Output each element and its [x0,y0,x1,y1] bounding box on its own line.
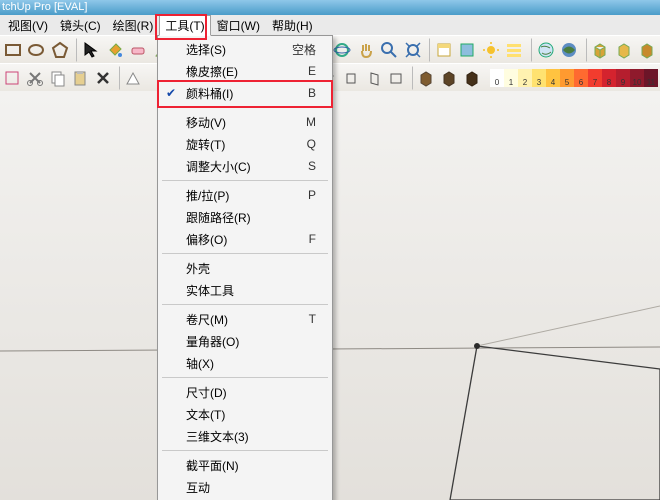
menu-item-tape[interactable]: 卷尺(M)T [160,308,330,330]
shade3-icon[interactable] [461,66,482,90]
shadow-ramp-step: 1 [504,69,518,87]
menu-item-interact[interactable]: 互动 [160,476,330,498]
view-side-icon[interactable] [363,66,384,90]
box1-tool-icon[interactable] [590,38,612,62]
paste-tool-icon[interactable] [70,66,91,90]
shadow-ramp-step: 8 [602,69,616,87]
menu-item-pushpull[interactable]: 推/拉(P)P [160,184,330,206]
shadow-ramp-step: 2 [518,69,532,87]
view-front-icon[interactable] [341,66,362,90]
tools-dropdown: 选择(S)空格 橡皮擦(E)E ✔颜料桶(I)B 移动(V)M 旋转(T)Q 调… [157,35,333,500]
menu-item-followme[interactable]: 跟随路径(R) [160,206,330,228]
menu-item-solidtools[interactable]: 实体工具 [160,279,330,301]
menu-item-outershell[interactable]: 外壳 [160,257,330,279]
copy-tool-icon[interactable] [47,66,68,90]
style1-icon[interactable] [123,66,144,90]
title-bar: tchUp Pro [EVAL] [0,0,660,15]
paint-bucket-tool-icon[interactable] [104,38,126,62]
menu-camera[interactable]: 镜头(C) [54,15,107,36]
shadow-ramp-step: 4 [546,69,560,87]
circle-tool-icon[interactable] [26,38,48,62]
shadow-ramp-step: 9 [616,69,630,87]
menu-item-rotate[interactable]: 旋转(T)Q [160,133,330,155]
menu-separator [162,450,328,451]
menu-item-scale[interactable]: 调整大小(C)S [160,155,330,177]
layers-tool-icon[interactable] [433,38,455,62]
zoom-extents-tool-icon[interactable] [402,38,424,62]
toolbar-separator [409,66,413,90]
toolbar-separator [583,38,587,62]
shadow-ramp: 0 1 2 3 4 5 6 7 8 9 10 11 [490,69,658,87]
pan-tool-icon[interactable] [355,38,377,62]
menu-item-text[interactable]: 文本(T) [160,403,330,425]
box3-tool-icon[interactable] [637,38,659,62]
menu-item-move[interactable]: 移动(V)M [160,111,330,133]
check-icon: ✔ [166,86,176,100]
view-back-icon[interactable] [386,66,407,90]
scissors-tool-icon[interactable] [25,66,46,90]
menu-draw[interactable]: 绘图(R) [107,15,160,36]
menu-item-offset[interactable]: 偏移(O)F [160,228,330,250]
tool-a-icon[interactable] [2,66,23,90]
menu-item-select[interactable]: 选择(S)空格 [160,38,330,60]
sun-tool-icon[interactable] [480,38,502,62]
orbit-tool-icon[interactable] [331,38,353,62]
menu-separator [162,377,328,378]
shadow-ramp-step: 7 [588,69,602,87]
shadow-ramp-step: 0 [490,69,504,87]
rectangle-tool-icon[interactable] [2,38,24,62]
outliner-tool-icon[interactable] [504,38,526,62]
zoom-tool-icon[interactable] [378,38,400,62]
toolbar-separator [426,38,430,62]
menu-view[interactable]: 视图(V) [2,15,54,36]
shadow-ramp-step: 10 [630,69,644,87]
menu-help[interactable]: 帮助(H) [266,15,319,36]
app-title: tchUp Pro [EVAL] [2,1,87,13]
menu-separator [162,180,328,181]
menu-window[interactable]: 窗口(W) [211,15,266,36]
toolbar-separator [74,38,78,62]
shadow-ramp-step: 3 [532,69,546,87]
shade2-icon[interactable] [439,66,460,90]
select-tool-icon[interactable] [80,38,102,62]
eraser-tool-icon[interactable] [127,38,149,62]
menu-item-section[interactable]: 截平面(N) [160,454,330,476]
menu-tools[interactable]: 工具(T) [159,15,210,36]
shadow-ramp-step: 5 [560,69,574,87]
menu-separator [162,304,328,305]
shadow-ramp-step: 6 [574,69,588,87]
shadow-ramp-step: 11 [644,69,658,87]
toolbar-separator [116,66,120,90]
menu-item-protractor[interactable]: 量角器(O) [160,330,330,352]
menu-item-eraser[interactable]: 橡皮擦(E)E [160,60,330,82]
toolbar-separator [528,38,532,62]
polygon-tool-icon[interactable] [49,38,71,62]
component-tool-icon[interactable] [457,38,479,62]
earth-tool-icon[interactable] [535,38,557,62]
menu-item-paintbucket[interactable]: ✔颜料桶(I)B [160,82,330,104]
menu-bar: 视图(V) 镜头(C) 绘图(R) 工具(T) 窗口(W) 帮助(H) [0,15,660,36]
shade1-icon[interactable] [416,66,437,90]
menu-item-axes[interactable]: 轴(X) [160,352,330,374]
menu-separator [162,107,328,108]
menu-item-text3d[interactable]: 三维文本(3) [160,425,330,447]
menu-separator [162,253,328,254]
delete-tool-icon[interactable] [92,66,113,90]
globe-tool-icon[interactable] [558,38,580,62]
menu-item-dimension[interactable]: 尺寸(D) [160,381,330,403]
box2-tool-icon[interactable] [613,38,635,62]
